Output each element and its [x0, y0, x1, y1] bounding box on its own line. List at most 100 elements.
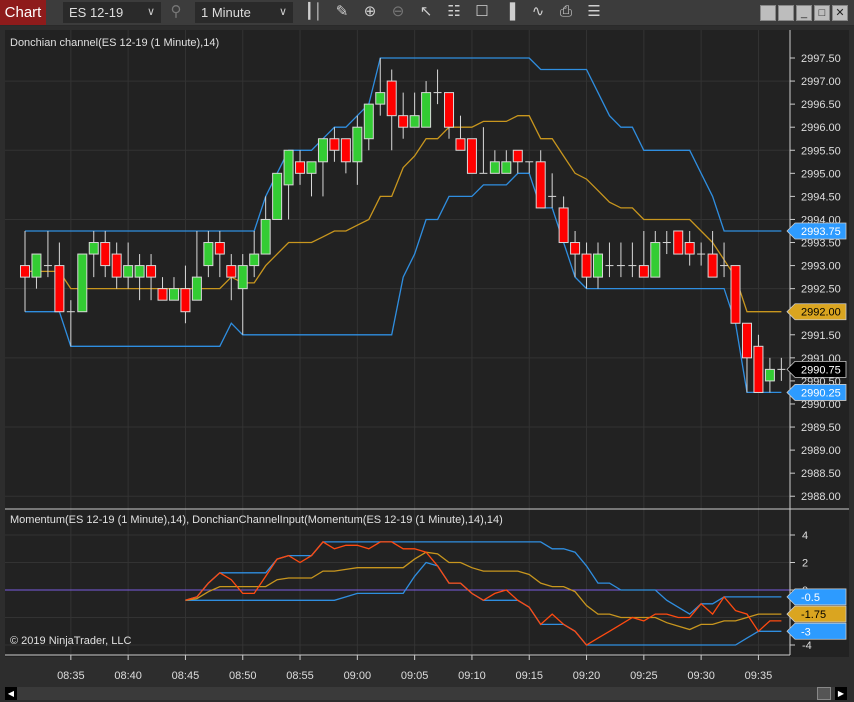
- candle-body: [20, 265, 30, 278]
- price-tick-label: 2997.00: [801, 76, 841, 88]
- candle-body: [191, 276, 202, 301]
- candle-body: [638, 265, 649, 278]
- candle-body: [741, 322, 752, 359]
- candle-body: [558, 207, 569, 244]
- candle-body: [214, 242, 225, 255]
- price-tick-label: 2988.50: [801, 468, 841, 480]
- candle-body: [363, 103, 374, 140]
- candle-body: [386, 80, 397, 117]
- time-tick-label: 08:50: [229, 670, 257, 682]
- momentum-upper-flag: -0.5: [786, 588, 847, 606]
- candle-body: [535, 161, 546, 209]
- price-tick-label: 2993.00: [801, 261, 841, 273]
- candle-body: [283, 149, 294, 186]
- momentum-lower-flag-text: -3: [801, 626, 811, 638]
- candle-body: [421, 92, 432, 128]
- last-price-flag: 2990.75: [786, 360, 847, 378]
- price-tick-label: 2995.00: [801, 168, 841, 180]
- momentum-tick-label: -4: [802, 640, 812, 652]
- candle-body: [134, 265, 145, 278]
- candle-body: [650, 242, 661, 278]
- candle-body: [512, 149, 523, 163]
- candle-body: [593, 253, 603, 278]
- time-tick-label: 09:30: [687, 670, 715, 682]
- candle-body: [329, 138, 340, 151]
- candle-body: [673, 230, 684, 255]
- price-tick-label: 2991.50: [801, 330, 841, 342]
- momentum-lower-flag-bg: [786, 622, 847, 640]
- momentum-panel-title: Momentum(ES 12-19 (1 Minute),14), Donchi…: [10, 514, 503, 526]
- candle-body: [295, 161, 306, 174]
- price-tick-label: 2989.00: [801, 445, 841, 457]
- candle-body: [501, 161, 512, 174]
- candle-body: [123, 265, 134, 278]
- candle-body: [272, 172, 283, 220]
- candle-body: [764, 368, 775, 382]
- candle-body: [111, 253, 122, 278]
- horizontal-scrollbar[interactable]: ◀ ▶: [5, 687, 847, 700]
- candle-body: [375, 92, 386, 105]
- candle-body: [146, 265, 157, 278]
- candle-body: [707, 253, 718, 278]
- candle-body: [100, 242, 111, 267]
- scroll-thumb[interactable]: [817, 687, 831, 700]
- candle-body: [226, 265, 237, 278]
- last-price-flag-text: 2990.75: [801, 364, 841, 376]
- momentum-lower-flag: -3: [786, 622, 847, 640]
- candle-body: [260, 218, 271, 255]
- momentum-upper-flag-text: -0.5: [801, 592, 820, 604]
- time-tick-label: 08:45: [172, 670, 200, 682]
- price-tick-label: 2989.50: [801, 422, 841, 434]
- mid-channel-flag: 2992.00: [786, 303, 847, 321]
- mid-channel-flag-text: 2992.00: [801, 307, 841, 319]
- candle-body: [455, 138, 466, 151]
- candle-body: [684, 242, 695, 255]
- candle-body: [54, 265, 65, 313]
- candle-body: [237, 265, 248, 290]
- candle-body: [157, 288, 168, 301]
- candle-body: [168, 288, 179, 301]
- momentum-tick-label: 4: [802, 530, 808, 542]
- time-tick-label: 09:35: [745, 670, 773, 682]
- time-tick-label: 09:05: [401, 670, 429, 682]
- candle-body: [409, 115, 420, 128]
- momentum-mid-flag-text: -1.75: [801, 609, 826, 621]
- time-tick-label: 09:20: [573, 670, 601, 682]
- time-tick-label: 08:55: [286, 670, 314, 682]
- momentum-mid-flag: -1.75: [786, 605, 847, 623]
- scroll-left-icon[interactable]: ◀: [5, 687, 17, 700]
- candle-body: [306, 161, 317, 174]
- scroll-right-icon[interactable]: ▶: [835, 687, 847, 700]
- upper-channel-flag: 2993.75: [786, 222, 847, 240]
- candle-body: [466, 138, 477, 174]
- candle-body: [203, 242, 214, 267]
- price-tick-label: 2996.00: [801, 122, 841, 134]
- chart-canvas[interactable]: 08:35 08:40 08:45 08:50 08:55 09:00 09:05 09:10…: [0, 0, 854, 702]
- price-tick-label: 2996.50: [801, 99, 841, 111]
- candle-body: [249, 253, 260, 267]
- candle-body: [398, 115, 409, 128]
- candle-body: [444, 92, 455, 128]
- candle-body: [730, 265, 741, 324]
- lower-channel-flag-text: 2990.25: [801, 387, 841, 399]
- price-tick-label: 2995.50: [801, 145, 841, 157]
- lower-channel-flag: 2990.25: [786, 384, 847, 401]
- time-tick-label: 09:15: [515, 670, 543, 682]
- momentum-tick-label: 2: [802, 558, 808, 570]
- time-tick-label: 09:00: [344, 670, 372, 682]
- candle-body: [31, 253, 42, 278]
- candle-body: [489, 161, 500, 174]
- price-tick-label: 2994.50: [801, 191, 841, 203]
- time-tick-label: 09:25: [630, 670, 658, 682]
- price-panel-title: Donchian channel(ES 12-19 (1 Minute),14): [10, 37, 220, 49]
- time-tick-label: 09:10: [458, 670, 486, 682]
- candle-body: [88, 242, 99, 255]
- candle-body: [581, 253, 592, 278]
- time-tick-label: 08:35: [57, 670, 85, 682]
- candle-body: [352, 126, 363, 163]
- candle-body: [77, 253, 88, 313]
- candle-body: [570, 242, 581, 255]
- upper-channel-flag-text: 2993.75: [801, 226, 841, 238]
- price-tick-label: 2992.50: [801, 284, 841, 296]
- price-tick-label: 2997.50: [801, 53, 841, 65]
